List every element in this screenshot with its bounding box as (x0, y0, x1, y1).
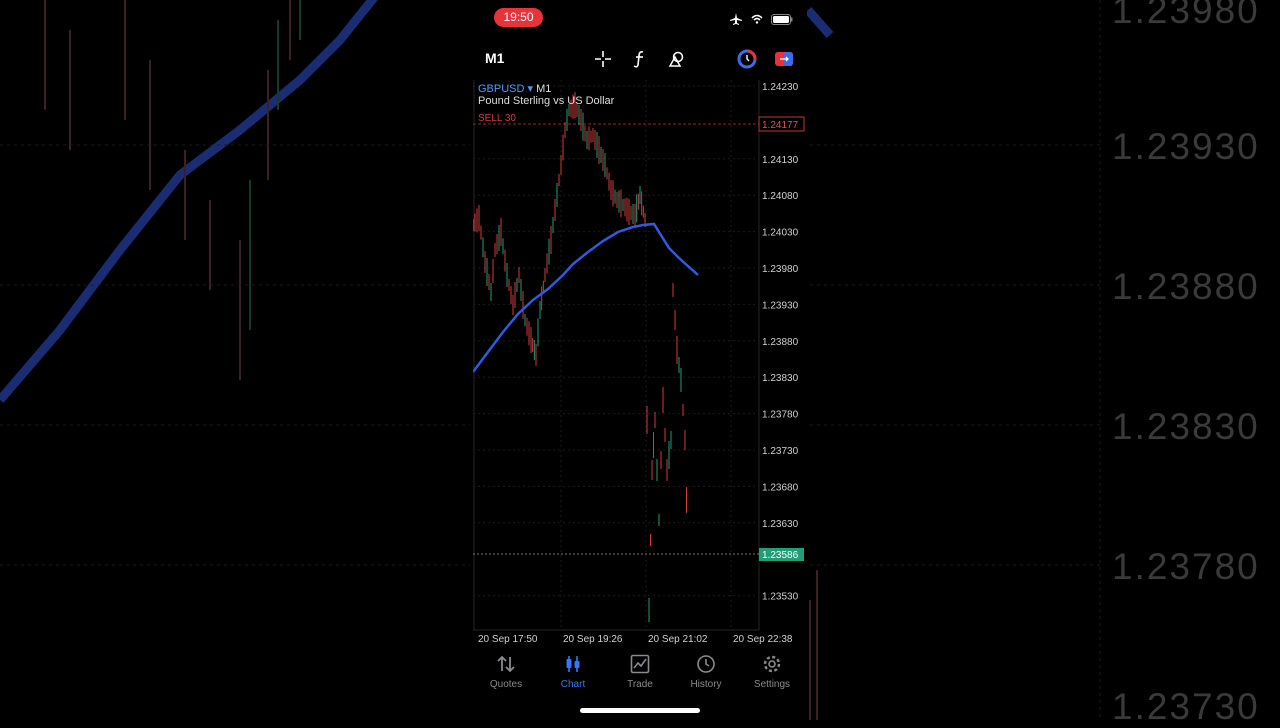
price-tick-label: 1.23630 (762, 519, 799, 530)
tab-label: Chart (560, 679, 586, 690)
objects-icon[interactable] (666, 48, 688, 70)
tab-chart[interactable]: Chart (540, 650, 606, 690)
one-click-trading-icon[interactable] (736, 48, 758, 70)
phone-screen: 19:50 M1 1.24230 1.24130 1.24080 1.24030 1.2… (473, 0, 807, 720)
history-icon (697, 655, 715, 673)
tab-history[interactable]: History (673, 650, 739, 690)
tab-label: Trade (627, 679, 653, 690)
wifi-icon (751, 14, 763, 24)
price-tick-label: 1.23980 (762, 264, 799, 275)
status-time: 19:50 (494, 8, 543, 27)
settings-icon (763, 655, 781, 673)
price-tick-label: 1.23930 (762, 300, 799, 311)
price-chart[interactable]: 1.24230 1.24130 1.24080 1.24030 1.23980 1.239… (473, 78, 807, 648)
price-tick-label: 1.24030 (762, 228, 799, 239)
quotes-icon (497, 655, 515, 673)
price-tick-label: 1.23830 (762, 373, 799, 384)
moving-average-line (473, 222, 699, 373)
airplane-icon (730, 13, 742, 25)
tab-settings[interactable]: Settings (739, 650, 805, 690)
dropdown-icon[interactable]: ▾ (528, 83, 534, 95)
sell-price-text: 1.24177 (762, 120, 799, 131)
price-tick-label: 1.23530 (762, 592, 799, 603)
bg-price-label: 1.23780 (1112, 546, 1260, 587)
sell-order-label[interactable]: SELL 30 (478, 113, 516, 124)
price-tick-label: 1.24130 (762, 155, 799, 166)
battery-icon (771, 13, 793, 25)
bg-price-label: 1.23880 (1112, 266, 1260, 307)
tab-label: Settings (753, 679, 791, 690)
time-tick-label: 20 Sep 19:26 (563, 634, 623, 645)
bid-price-text: 1.23586 (762, 550, 799, 561)
bottom-tab-bar: Quotes Chart Trade History Settings (473, 650, 807, 695)
crosshair-icon[interactable] (592, 48, 614, 70)
time-tick-label: 20 Sep 17:50 (478, 634, 538, 645)
bg-price-label: 1.23830 (1112, 406, 1260, 447)
symbol-description: Pound Sterling vs US Dollar (478, 95, 615, 107)
symbol-timeframe: M1 (536, 83, 552, 95)
symbol-header[interactable]: GBPUSD ▾ M1 (478, 82, 551, 95)
trade-icon (630, 654, 650, 674)
tab-label: History (690, 679, 722, 690)
chart-icon (566, 656, 580, 672)
timeframe-button[interactable]: M1 (485, 50, 504, 66)
bg-price-label: 1.23930 (1112, 126, 1260, 167)
price-tick-label: 1.24230 (762, 82, 799, 93)
symbol-name[interactable]: GBPUSD (478, 83, 524, 95)
indicators-icon[interactable] (629, 48, 651, 70)
tab-quotes[interactable]: Quotes (473, 650, 539, 690)
price-tick-label: 1.23730 (762, 446, 799, 457)
tab-label: Quotes (489, 679, 523, 690)
price-tick-label: 1.24080 (762, 191, 799, 202)
bg-price-label: 1.23730 (1112, 686, 1260, 727)
price-tick-label: 1.23780 (762, 410, 799, 421)
tab-trade[interactable]: Trade (607, 650, 673, 690)
time-tick-label: 20 Sep 21:02 (648, 634, 708, 645)
price-tick-label: 1.23680 (762, 482, 799, 493)
trade-panel-icon[interactable] (773, 48, 795, 70)
price-tick-label: 1.23880 (762, 337, 799, 348)
time-tick-label: 20 Sep 22:38 (733, 634, 793, 645)
bg-price-label: 1.23980 (1112, 0, 1260, 31)
home-indicator (580, 708, 700, 713)
status-icons (729, 12, 793, 26)
